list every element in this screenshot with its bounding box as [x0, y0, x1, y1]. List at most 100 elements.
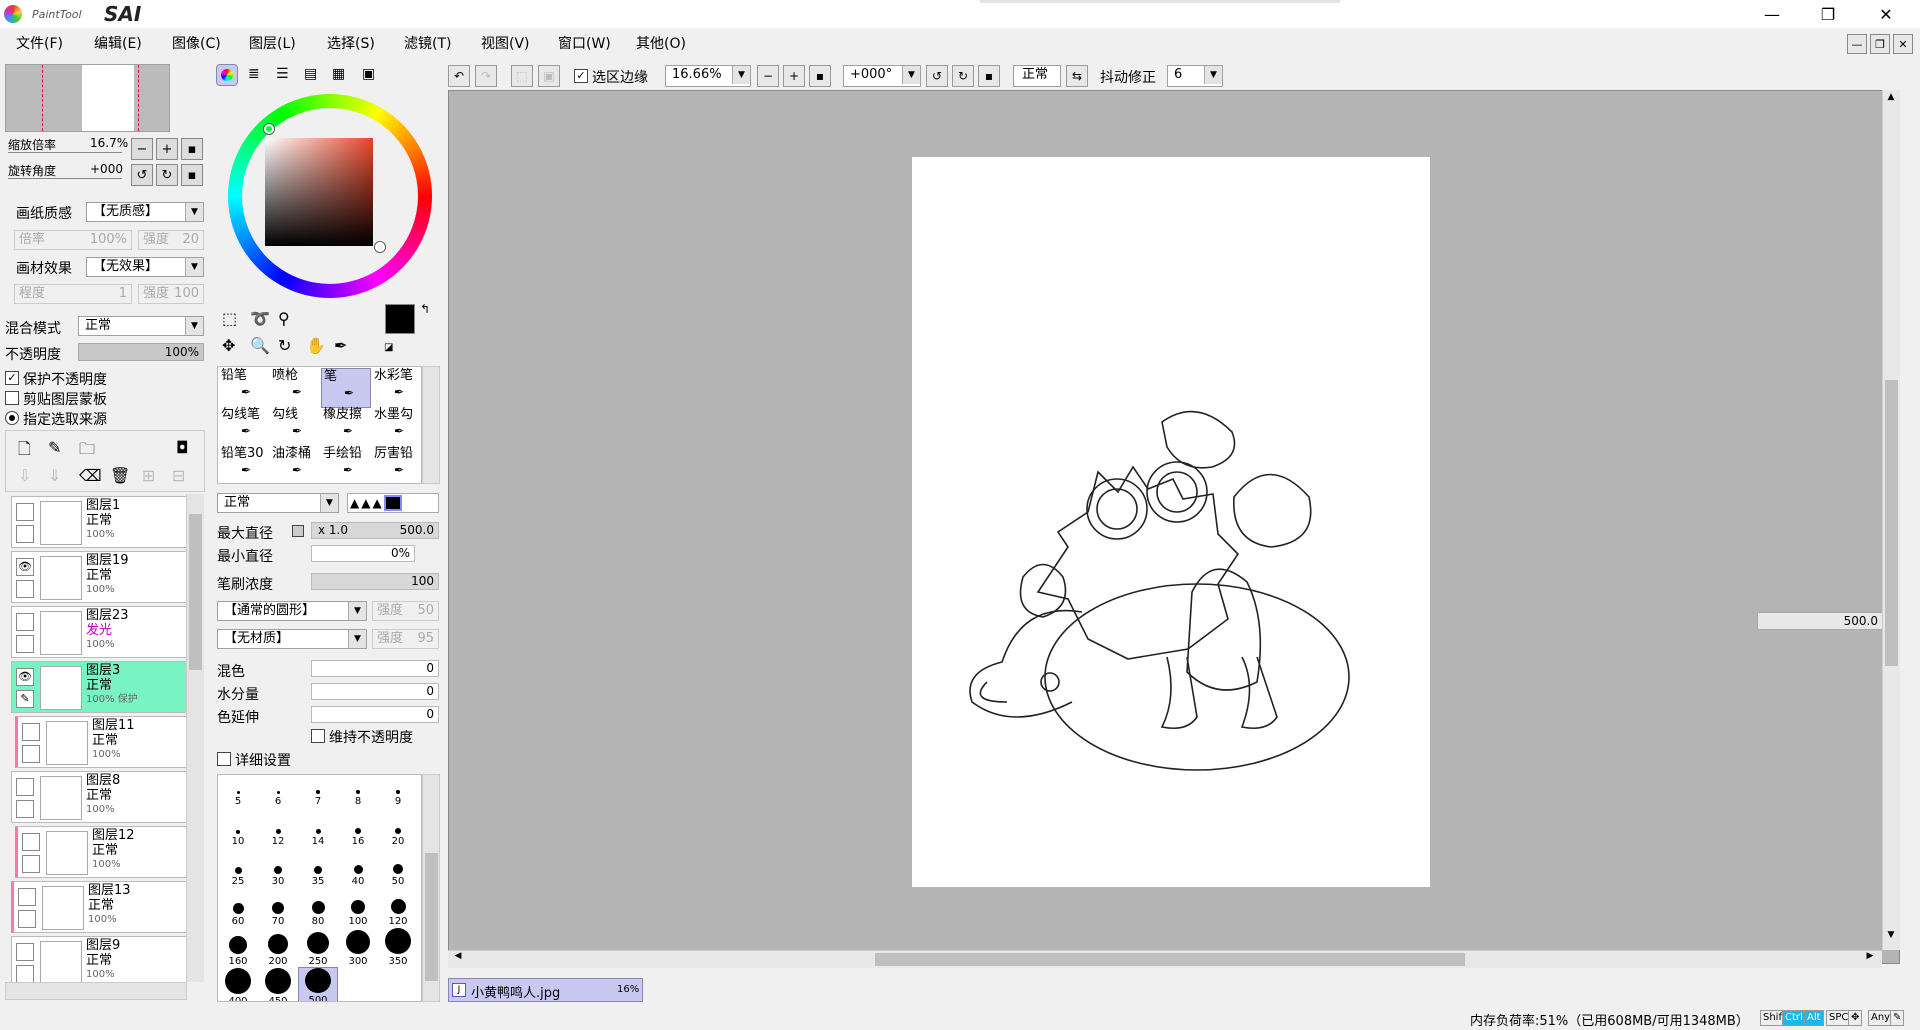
shape-strength-field[interactable]: 强度 50	[372, 601, 439, 621]
flip-canvas-button[interactable]: ⇆	[1066, 65, 1088, 87]
visibility-eye-icon[interactable]	[16, 778, 34, 796]
effect-strength-field[interactable]: 强度 100	[138, 284, 204, 304]
paper-strength-field[interactable]: 强度 20	[138, 230, 204, 250]
brush-shape-select[interactable]: 【通常的圆形】 ▼	[217, 601, 367, 621]
edge-preset-1-icon[interactable]: ▲	[350, 496, 359, 510]
opacity-slider[interactable]: 100%	[78, 343, 204, 361]
min-size-slider[interactable]: 0%	[311, 545, 415, 562]
brush-size-cell[interactable]: 7	[298, 775, 338, 807]
brush-tool-9[interactable]: 油漆桶 ✒	[270, 446, 320, 486]
color-square[interactable]	[265, 138, 373, 246]
layer-lock-toggle[interactable]	[16, 635, 34, 653]
brush-texture-select[interactable]: 【无材质】 ▼	[217, 629, 367, 649]
brush-tool-7[interactable]: 水墨勾 ✒	[372, 407, 422, 447]
minimize-button[interactable]: —	[1744, 0, 1800, 28]
brush-size-cell[interactable]: 300	[338, 927, 378, 967]
scratchpad-tab[interactable]: ▦	[332, 66, 345, 82]
close-button[interactable]: ✕	[1858, 0, 1914, 28]
rgb-slider-tab[interactable]: ≣	[248, 66, 260, 82]
menu-select[interactable]: 选择(S)	[327, 34, 375, 54]
menu-filter[interactable]: 滤镜(T)	[404, 34, 451, 54]
stretch-slider[interactable]: 0	[311, 706, 439, 723]
menu-edit[interactable]: 编辑(E)	[94, 34, 142, 54]
brush-size-cell[interactable]: 500	[298, 967, 338, 1001]
brush-size-cell[interactable]: 450	[258, 967, 298, 1001]
scroll-left-icon[interactable]: ◀	[450, 951, 466, 967]
brush-size-cell[interactable]: 200	[258, 927, 298, 967]
rotate-right-button[interactable]: ↻	[156, 164, 178, 186]
rotate-left-button[interactable]: ↺	[131, 164, 153, 186]
brush-size-cell[interactable]: 8	[338, 775, 378, 807]
visibility-eye-icon[interactable]	[16, 503, 34, 521]
color-wheel-tab[interactable]	[216, 64, 238, 86]
mix-slider[interactable]: 0	[311, 660, 439, 677]
brush-tool-4[interactable]: 勾线笔 ✒	[219, 407, 269, 447]
menu-file[interactable]: 文件(F)	[16, 34, 63, 54]
max-size-slider[interactable]: x 1.0 500.0	[311, 522, 439, 539]
hsv-slider-tab[interactable]: ☰	[276, 66, 289, 82]
brush-size-cell[interactable]: 9	[378, 775, 418, 807]
brush-size-cell[interactable]: 50	[378, 847, 418, 887]
merge-down-icon[interactable]: ⇓	[48, 466, 61, 485]
canvas-hscrollbar[interactable]: ◀ ▶	[448, 950, 1882, 968]
hand-icon[interactable]: ✋	[306, 336, 326, 355]
visibility-eye-icon[interactable]	[16, 613, 34, 631]
brush-edge-presets[interactable]: ▲ ▲ ▲	[347, 493, 439, 513]
brush-tool-1[interactable]: 喷枪 ✒	[270, 368, 320, 408]
mdi-restore-button[interactable]: ❐	[1870, 34, 1890, 54]
visibility-eye-icon[interactable]	[16, 943, 34, 961]
layer-lock-toggle[interactable]	[16, 525, 34, 543]
size-lock-toggle[interactable]	[292, 525, 304, 537]
canvas-rotate-right-button[interactable]: ↻	[952, 65, 974, 87]
brush-tool-10[interactable]: 手绘铅 ✒	[321, 446, 371, 486]
layer-item[interactable]: 图层13 正常 100%	[11, 881, 187, 933]
texture-strength-field[interactable]: 强度 95	[372, 629, 439, 649]
clip-mask-checkbox[interactable]	[5, 391, 19, 405]
lasso-icon[interactable]: ➰	[250, 309, 270, 328]
brush-size-cell[interactable]: 100	[338, 887, 378, 927]
brush-size-cell[interactable]: 16	[338, 807, 378, 847]
delete-layer-icon[interactable]: 🗑	[110, 466, 130, 485]
layer-item[interactable]: 👁 ✎ 图层3 正常 100% 保护	[11, 661, 187, 713]
scroll-down-icon[interactable]: ▼	[1883, 930, 1899, 946]
blend-mode-select[interactable]: 正常 ▼	[78, 316, 204, 336]
paper-effect-select[interactable]: 【无效果】 ▼	[86, 257, 204, 277]
sv-marker[interactable]	[375, 242, 385, 252]
brush-size-cell[interactable]: 35	[298, 847, 338, 887]
scroll-right-icon[interactable]: ▶	[1862, 951, 1878, 967]
size-scroll-thumb[interactable]	[425, 853, 438, 981]
brush-size-cell[interactable]: 20	[378, 807, 418, 847]
magic-wand-icon[interactable]: ⚲	[278, 309, 290, 328]
layer-lock-toggle[interactable]	[16, 580, 34, 598]
brush-edit-icon[interactable]: ✎	[16, 690, 34, 708]
color-wheel[interactable]	[228, 94, 432, 298]
menu-view[interactable]: 视图(V)	[481, 34, 530, 54]
menu-layer[interactable]: 图层(L)	[249, 34, 296, 54]
menu-window[interactable]: 窗口(W)	[558, 34, 611, 54]
layer-item[interactable]: 图层8 正常 100%	[11, 771, 187, 823]
brush-size-cell[interactable]: 12	[258, 807, 298, 847]
brush-tool-2[interactable]: 笔 ✒	[321, 368, 371, 408]
canvas-rotate-left-button[interactable]: ↺	[926, 65, 948, 87]
swatch-tab[interactable]: ▤	[304, 66, 317, 82]
visibility-eye-icon[interactable]: 👁	[16, 558, 34, 576]
brush-tool-8[interactable]: 铅笔30 ✒	[219, 446, 269, 486]
brush-size-cell[interactable]: 80	[298, 887, 338, 927]
zoom-out-button[interactable]: −	[131, 138, 153, 160]
edge-preset-2-icon[interactable]: ▲	[361, 496, 370, 510]
canvas-paper[interactable]	[912, 157, 1430, 887]
layer-hscrollbar[interactable]	[5, 982, 187, 1000]
edge-preset-3-icon[interactable]: ▲	[372, 496, 381, 510]
brush-size-cell[interactable]: 10	[218, 807, 258, 847]
paper-scale-field[interactable]: 倍率 100%	[14, 230, 132, 250]
redo-button[interactable]: ↷	[475, 65, 497, 87]
visibility-eye-icon[interactable]	[18, 888, 36, 906]
visibility-eye-icon[interactable]: 👁	[16, 668, 34, 686]
canvas-rotate-select[interactable]: +000° ▼	[843, 65, 921, 87]
menu-image[interactable]: 图像(C)	[172, 34, 221, 54]
brush-tool-3[interactable]: 水彩笔 ✒	[372, 368, 422, 408]
brush-size-cell[interactable]: 60	[218, 887, 258, 927]
clear-layer-icon[interactable]: ⌫	[79, 466, 102, 485]
brush-size-cell[interactable]: 14	[298, 807, 338, 847]
layer-item[interactable]: 图层23 发光 100%	[11, 606, 187, 658]
